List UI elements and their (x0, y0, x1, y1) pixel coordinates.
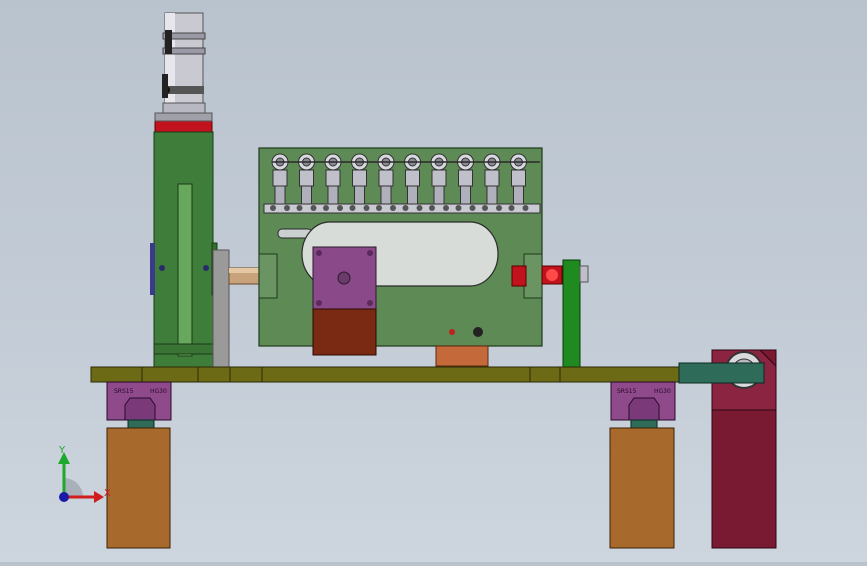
carriage-left-label-b: HG30 (150, 388, 167, 395)
base-plate (90, 366, 682, 383)
coordinate-triad-icon: Y X (58, 445, 111, 503)
red-cap (154, 119, 213, 133)
carriage-right-label-b: HG30 (654, 388, 671, 395)
vertical-cylinder (162, 12, 206, 114)
grey-bracket (212, 249, 230, 369)
carriage-left-label-a: SRS15 (114, 388, 134, 395)
center-support-block (435, 345, 489, 367)
assembly-drawing: SRS15 HG30 SRS15 HG30 Y X (58, 12, 777, 549)
connecting-bar (678, 362, 765, 384)
linear-carriage-left: SRS15 HG30 (106, 381, 172, 429)
right-guide-post (562, 259, 589, 369)
left-upright-column (150, 131, 218, 369)
left-shaft (228, 267, 260, 285)
support-leg-right (609, 427, 675, 549)
linear-carriage-right: SRS15 HG30 (610, 381, 676, 429)
support-leg-left (106, 427, 171, 549)
carriage-right-label-a: SRS15 (617, 388, 637, 395)
axis-y-label: Y (58, 445, 66, 456)
stepper-motor (312, 246, 377, 356)
axis-x-label: X (104, 488, 111, 499)
cad-viewport[interactable]: SRS15 HG30 SRS15 HG30 Y X (0, 0, 867, 562)
